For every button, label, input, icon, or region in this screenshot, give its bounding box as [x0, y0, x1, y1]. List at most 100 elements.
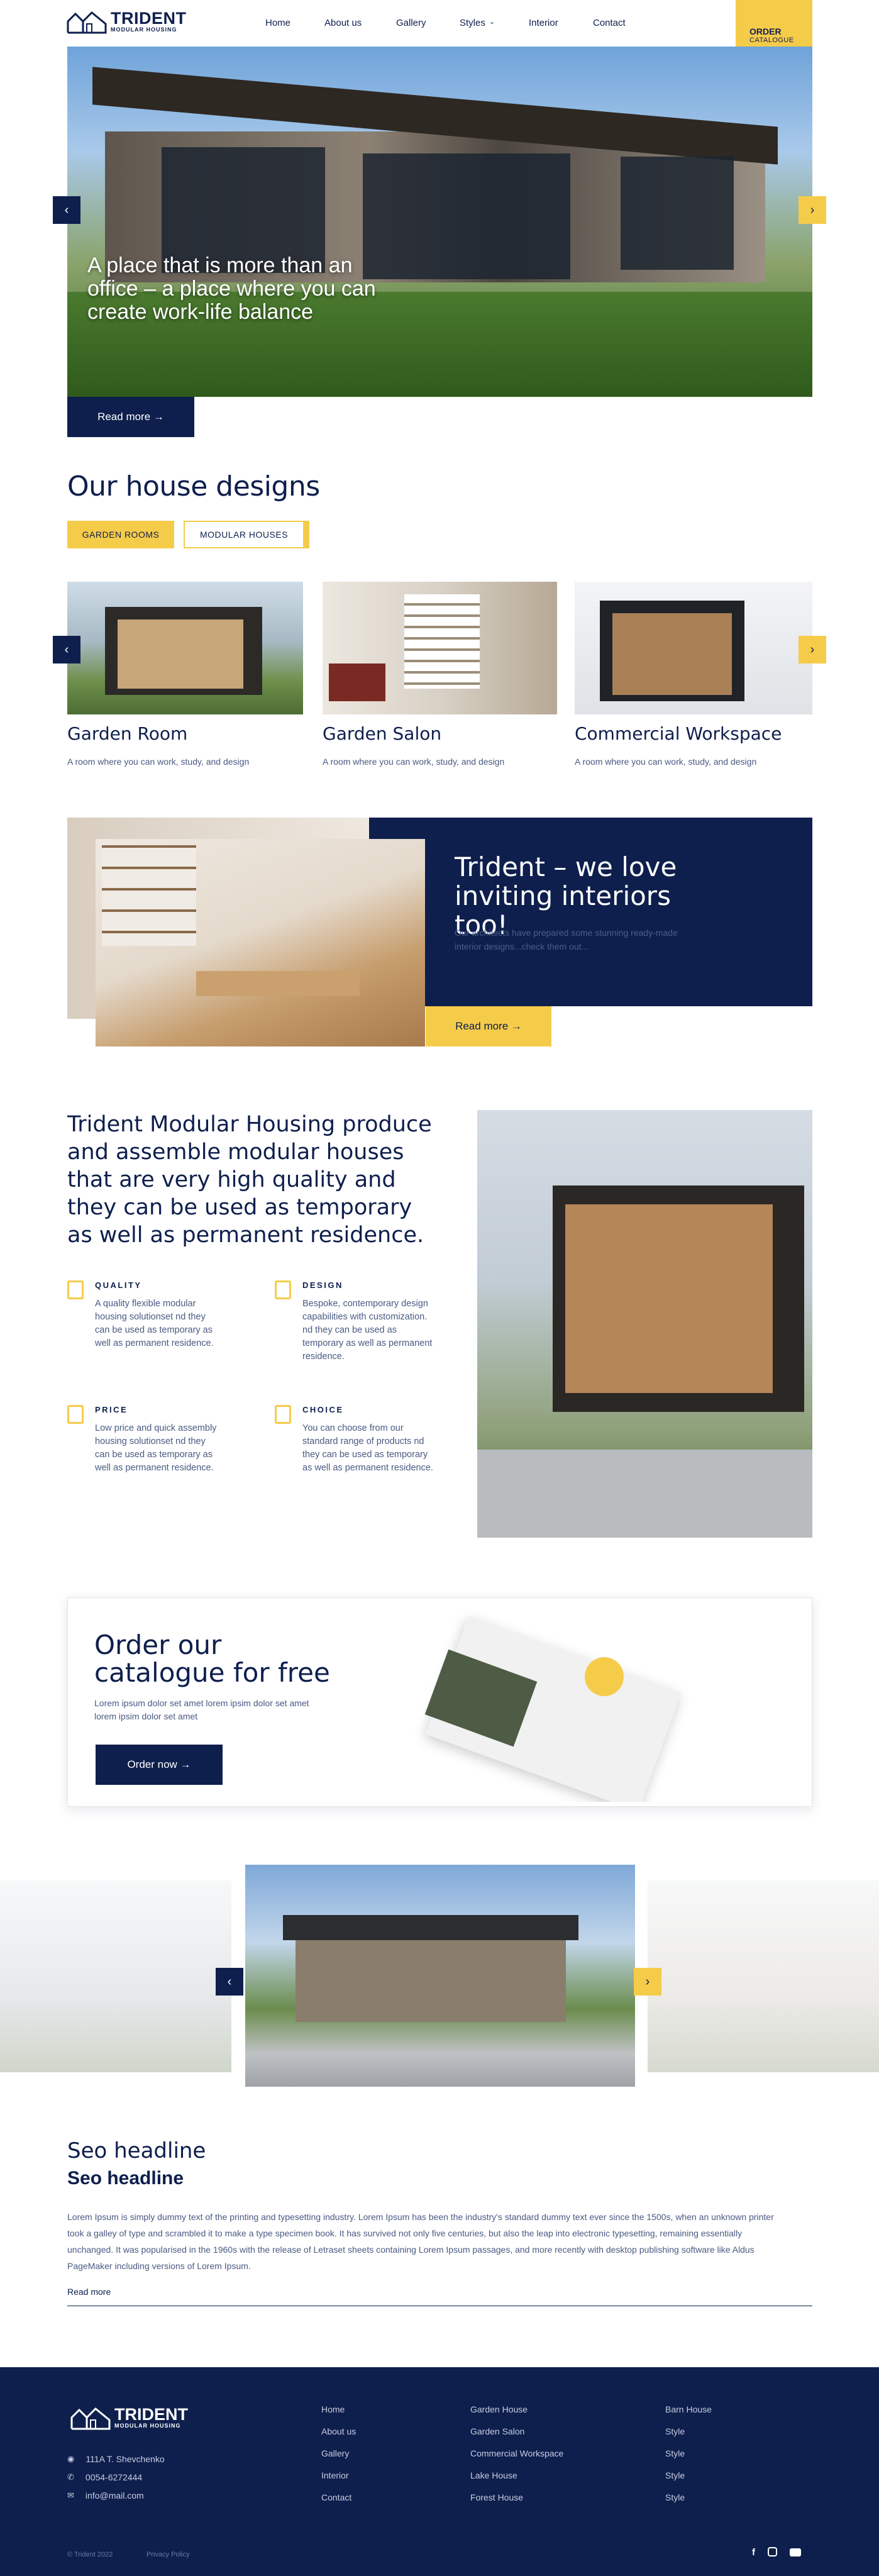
hero-banner: A place that is more than an office – a … — [67, 47, 812, 397]
footer-logo[interactable]: TRIDENT MODULAR HOUSING — [70, 2405, 188, 2430]
footer-col-3: Barn House Style Style Style Style — [665, 2404, 712, 2502]
cards-next-button[interactable]: › — [799, 636, 826, 663]
nav-styles[interactable]: Styles ⌄ — [460, 18, 495, 28]
footer-brand-sub: MODULAR HOUSING — [114, 2423, 181, 2429]
about-garden-room-image — [477, 1110, 812, 1538]
hero-read-more-button[interactable]: Read more → — [67, 397, 194, 437]
card-title: Commercial Workspace — [575, 723, 782, 744]
hero-headline: A place that is more than an office – a … — [87, 253, 376, 324]
brand-name: TRIDENT — [111, 9, 187, 28]
chevron-right-icon: › — [810, 203, 815, 217]
cards-prev-button[interactable]: ‹ — [53, 636, 80, 663]
site-footer: TRIDENT MODULAR HOUSING ◉ 111A T. Shevchen… — [0, 2367, 879, 2576]
order-now-button[interactable]: Order now → — [96, 1745, 223, 1785]
seo-headline-2: Seo headline — [67, 2168, 184, 2189]
seo-read-more-link[interactable]: Read more — [67, 2287, 111, 2297]
feature-text: Low price and quick assembly housing sol… — [95, 1423, 217, 1473]
footer-link[interactable]: Home — [321, 2404, 356, 2414]
tab-modular-houses[interactable]: MODULAR HOUSES — [184, 521, 309, 548]
footer-link[interactable]: Garden Salon — [470, 2426, 563, 2436]
footer-link[interactable]: Gallery — [321, 2448, 356, 2458]
footer-email[interactable]: ✉ info@mail.com — [67, 2490, 144, 2501]
footer-phone[interactable]: ✆ 0054-6272444 — [67, 2472, 142, 2482]
hero-prev-button[interactable]: ‹ — [53, 196, 80, 224]
footer-link[interactable]: About us — [321, 2426, 356, 2436]
nav-contact[interactable]: Contact — [593, 18, 626, 28]
nav-home[interactable]: Home — [265, 18, 290, 28]
feature-title: QUALITY — [95, 1280, 142, 1290]
card-subtitle: A room where you can work, study, and de… — [575, 757, 757, 767]
price-icon — [67, 1405, 84, 1424]
house-logo-icon — [67, 11, 107, 34]
site-header: TRIDENT MODULAR HOUSING Home About us Ga… — [0, 0, 879, 75]
gallery-image-current[interactable] — [245, 1865, 635, 2087]
nav-styles-label: Styles — [460, 18, 485, 28]
feature-text: A quality flexible modular housing solut… — [95, 1299, 214, 1348]
chevron-left-icon: ‹ — [64, 642, 69, 657]
designs-title: Our house designs — [67, 470, 320, 502]
footer-link[interactable]: Barn House — [665, 2404, 712, 2414]
feature-price: PRICE Low price and quick assembly housin… — [67, 1405, 221, 1475]
tab-garden-rooms[interactable]: GARDEN ROOMS — [67, 521, 174, 548]
nav-gallery[interactable]: Gallery — [396, 18, 426, 28]
chevron-right-icon: › — [810, 642, 815, 657]
gallery-image-next — [648, 1880, 879, 2072]
card-image-commercial-workspace[interactable] — [575, 582, 812, 714]
footer-address-text: 111A T. Shevchenko — [86, 2454, 165, 2464]
footer-link[interactable]: Forest House — [470, 2492, 563, 2502]
footer-col-2: Garden House Garden Salon Commercial Wor… — [470, 2404, 563, 2502]
social-links: f — [752, 2547, 801, 2558]
location-icon: ◉ — [67, 2454, 75, 2463]
nav-interior[interactable]: Interior — [529, 18, 558, 28]
facebook-icon[interactable]: f — [752, 2547, 755, 2558]
youtube-icon[interactable] — [790, 2548, 801, 2557]
catalogue-title: Order our catalogue for free — [94, 1629, 330, 1688]
nav-about[interactable]: About us — [324, 18, 362, 28]
chevron-right-icon: › — [645, 1974, 650, 1989]
feature-text: You can choose from our standard range o… — [302, 1423, 433, 1473]
interiors-read-more-button[interactable]: Read more → — [426, 1006, 551, 1046]
hero-window — [621, 157, 734, 270]
gallery-prev-button[interactable]: ‹ — [216, 1968, 243, 1996]
design-icon — [275, 1280, 291, 1299]
card-subtitle: A room where you can work, study, and de… — [67, 757, 250, 767]
card-image-garden-salon[interactable] — [323, 582, 557, 714]
footer-link[interactable]: Contact — [321, 2492, 356, 2502]
site-logo[interactable]: TRIDENT MODULAR HOUSING — [67, 9, 187, 34]
footer-phone-text: 0054-6272444 — [85, 2472, 143, 2482]
footer-link[interactable]: Interior — [321, 2470, 356, 2480]
footer-link[interactable]: Commercial Workspace — [470, 2448, 563, 2458]
feature-text: Bespoke, contemporary design capabilitie… — [302, 1299, 433, 1362]
card-subtitle: A room where you can work, study, and de… — [323, 757, 505, 767]
footer-link[interactable]: Style — [665, 2492, 712, 2502]
catalogue-text: Lorem ipsum dolor set amet lorem ipsim d… — [94, 1698, 309, 1721]
seo-headline-1: Seo headline — [67, 2138, 206, 2163]
footer-link[interactable]: Style — [665, 2470, 712, 2480]
feature-title: CHOICE — [302, 1405, 344, 1414]
card-title: Garden Salon — [323, 723, 442, 744]
instagram-icon[interactable] — [768, 2547, 777, 2557]
feature-quality: QUALITY A quality flexible modular housin… — [67, 1280, 221, 1350]
hero-next-button[interactable]: › — [799, 196, 826, 224]
chevron-down-icon: ⌄ — [489, 18, 495, 26]
brand-subtitle: MODULAR HOUSING — [111, 26, 177, 33]
about-text: Trident Modular Housing produce and asse… — [67, 1112, 432, 1248]
interiors-text: Our architects have prepared some stunni… — [455, 928, 678, 952]
footer-link[interactable]: Style — [665, 2448, 712, 2458]
phone-icon: ✆ — [67, 2472, 74, 2482]
footer-link[interactable]: Garden House — [470, 2404, 563, 2414]
feature-title: PRICE — [95, 1405, 128, 1414]
feature-design: DESIGN Bespoke, contemporary design capab… — [275, 1280, 434, 1363]
footer-link[interactable]: Lake House — [470, 2470, 563, 2480]
gallery-next-button[interactable]: › — [634, 1968, 661, 1996]
footer-address: ◉ 111A T. Shevchenko — [67, 2454, 165, 2464]
copyright: © Trident 2022 — [67, 2551, 113, 2558]
order-catalogue-title: ORDER — [749, 26, 782, 36]
footer-link[interactable]: Style — [665, 2426, 712, 2436]
seo-text: Lorem Ipsum is simply dummy text of the … — [67, 2212, 774, 2271]
chevron-left-icon: ‹ — [64, 203, 69, 217]
privacy-policy-link[interactable]: Privacy Policy — [146, 2551, 189, 2558]
interior-dining-image — [96, 839, 425, 1046]
house-logo-icon — [70, 2407, 111, 2430]
card-image-garden-room[interactable] — [67, 582, 303, 714]
